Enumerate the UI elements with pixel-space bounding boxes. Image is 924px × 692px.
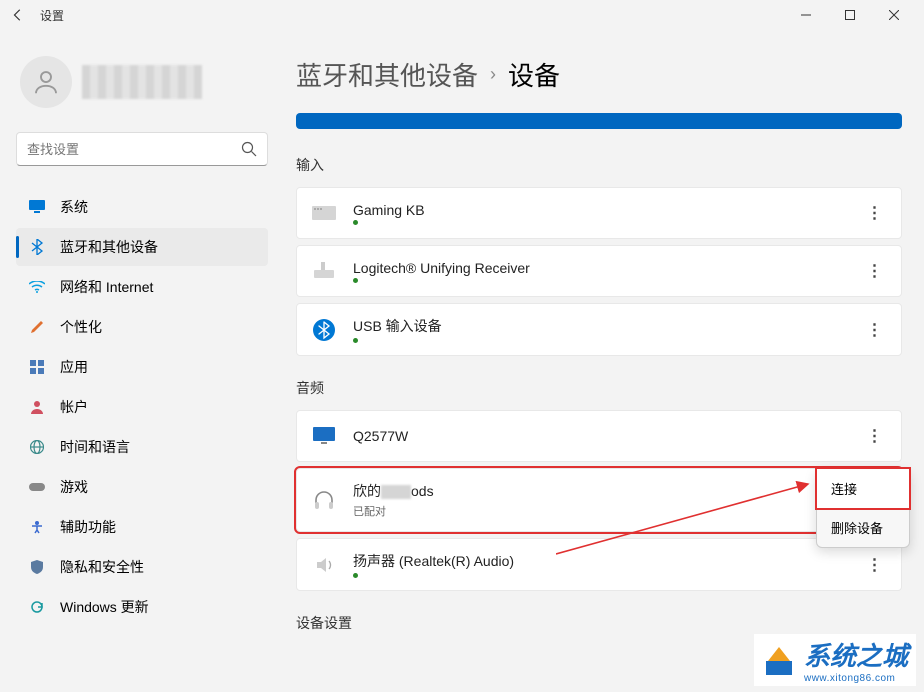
more-button[interactable]: ⋮ <box>863 424 887 448</box>
nav-label: 个性化 <box>60 317 102 337</box>
sidebar: 系统 蓝牙和其他设备 网络和 Internet 个性化 应用 帐户 时间和语言 … <box>0 30 276 692</box>
keyboard-icon <box>311 200 337 226</box>
apps-icon <box>28 358 46 376</box>
globe-icon <box>28 438 46 456</box>
person-icon <box>28 398 46 416</box>
nav-label: Windows 更新 <box>60 597 149 617</box>
add-device-button[interactable] <box>296 113 902 129</box>
nav-label: 蓝牙和其他设备 <box>60 237 158 257</box>
watermark: 系统之城 www.xitong86.com <box>754 634 916 686</box>
device-row-highlighted[interactable]: 欣的ods 已配对 ⋮ <box>296 468 902 532</box>
nav-time-language[interactable]: 时间和语言 <box>16 428 268 466</box>
blurred-text <box>381 485 411 499</box>
device-row[interactable]: 扬声器 (Realtek(R) Audio) ⋮ <box>296 538 902 591</box>
nav-list: 系统 蓝牙和其他设备 网络和 Internet 个性化 应用 帐户 时间和语言 … <box>16 188 268 626</box>
nav-accounts[interactable]: 帐户 <box>16 388 268 426</box>
menu-connect[interactable]: 连接 <box>817 469 909 508</box>
more-button[interactable]: ⋮ <box>863 318 887 342</box>
nav-label: 应用 <box>60 357 88 377</box>
nav-bluetooth[interactable]: 蓝牙和其他设备 <box>16 228 268 266</box>
shield-icon <box>28 558 46 576</box>
breadcrumb-current: 设备 <box>508 56 560 93</box>
section-devicesettings-title: 设备设置 <box>296 613 902 633</box>
device-row[interactable]: Gaming KB ⋮ <box>296 187 902 239</box>
user-area[interactable] <box>16 38 268 132</box>
search-icon <box>241 141 257 157</box>
avatar <box>20 56 72 108</box>
maximize-icon <box>845 10 855 20</box>
nav-windows-update[interactable]: Windows 更新 <box>16 588 268 626</box>
minimize-button[interactable] <box>784 1 828 29</box>
headphones-icon <box>311 487 337 513</box>
accessibility-icon <box>28 518 46 536</box>
speaker-icon <box>311 552 337 578</box>
nav-label: 系统 <box>60 197 88 217</box>
more-button[interactable]: ⋮ <box>863 259 887 283</box>
monitor-icon <box>28 198 46 216</box>
section-input-title: 输入 <box>296 155 902 175</box>
nav-network[interactable]: 网络和 Internet <box>16 268 268 306</box>
nav-label: 帐户 <box>60 397 88 417</box>
receiver-icon <box>311 258 337 284</box>
device-name: USB 输入设备 <box>353 316 847 336</box>
close-icon <box>889 10 899 20</box>
content-area: 蓝牙和其他设备 › 设备 输入 Gaming KB ⋮ Logitech® Un… <box>276 30 924 692</box>
nav-privacy[interactable]: 隐私和安全性 <box>16 548 268 586</box>
display-icon <box>311 423 337 449</box>
watermark-url: www.xitong86.com <box>804 673 908 684</box>
status-dot <box>353 573 358 578</box>
device-row[interactable]: Q2577W ⋮ <box>296 410 902 462</box>
device-name: Gaming KB <box>353 202 847 218</box>
user-name-blurred <box>82 65 202 99</box>
minimize-icon <box>801 10 811 20</box>
nav-label: 游戏 <box>60 477 88 497</box>
breadcrumb-parent[interactable]: 蓝牙和其他设备 <box>296 56 478 93</box>
more-button[interactable]: ⋮ <box>863 201 887 225</box>
nav-personalization[interactable]: 个性化 <box>16 308 268 346</box>
status-dot <box>353 220 358 225</box>
nav-accessibility[interactable]: 辅助功能 <box>16 508 268 546</box>
close-button[interactable] <box>872 1 916 29</box>
nav-label: 网络和 Internet <box>60 277 153 297</box>
search-input[interactable] <box>27 142 241 157</box>
brush-icon <box>28 318 46 336</box>
window-title: 设置 <box>40 7 784 24</box>
bluetooth-circle-icon <box>311 317 337 343</box>
more-button[interactable]: ⋮ <box>863 553 887 577</box>
nav-apps[interactable]: 应用 <box>16 348 268 386</box>
device-name: Logitech® Unifying Receiver <box>353 260 847 276</box>
wifi-icon <box>28 278 46 296</box>
device-name: 扬声器 (Realtek(R) Audio) <box>353 551 847 571</box>
search-box[interactable] <box>16 132 268 166</box>
status-dot <box>353 278 358 283</box>
breadcrumb: 蓝牙和其他设备 › 设备 <box>296 38 902 113</box>
nav-label: 隐私和安全性 <box>60 557 144 577</box>
watermark-text: 系统之城 <box>804 641 908 671</box>
menu-remove-device[interactable]: 删除设备 <box>817 508 909 547</box>
section-audio-title: 音频 <box>296 378 902 398</box>
device-name: Q2577W <box>353 428 847 444</box>
context-menu: 连接 删除设备 <box>816 468 910 548</box>
device-name: 欣的ods <box>353 481 847 501</box>
nav-system[interactable]: 系统 <box>16 188 268 226</box>
chevron-right-icon: › <box>490 64 496 85</box>
nav-gaming[interactable]: 游戏 <box>16 468 268 506</box>
watermark-logo-icon <box>762 643 796 677</box>
device-substatus: 已配对 <box>353 503 847 519</box>
person-icon <box>31 67 61 97</box>
bluetooth-icon <box>28 238 46 256</box>
maximize-button[interactable] <box>828 1 872 29</box>
nav-label: 时间和语言 <box>60 437 130 457</box>
device-row[interactable]: Logitech® Unifying Receiver ⋮ <box>296 245 902 297</box>
nav-label: 辅助功能 <box>60 517 116 537</box>
device-row[interactable]: USB 输入设备 ⋮ <box>296 303 902 356</box>
update-icon <box>28 598 46 616</box>
back-button[interactable] <box>8 5 28 25</box>
arrow-left-icon <box>11 8 25 22</box>
status-dot <box>353 338 358 343</box>
gamepad-icon <box>28 478 46 496</box>
